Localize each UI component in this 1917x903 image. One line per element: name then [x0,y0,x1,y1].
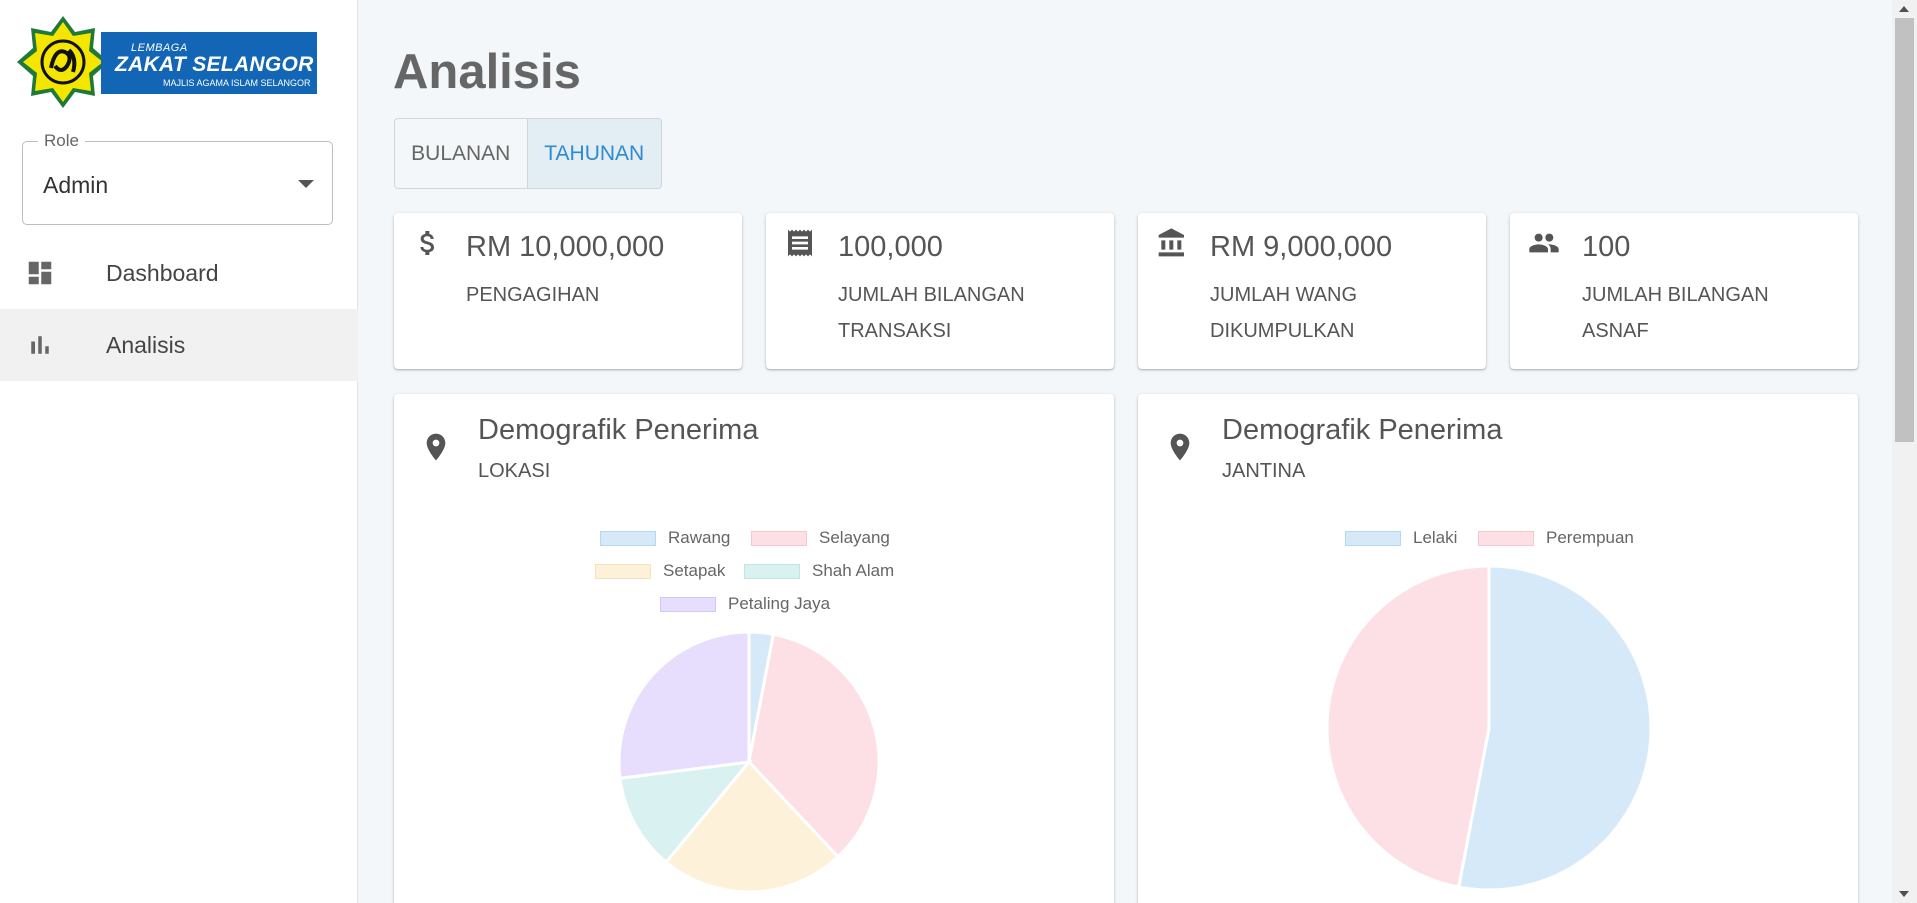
legend-label: Petaling Jaya [728,594,831,613]
legend-swatch [1478,530,1534,546]
pie-slice-perempuan[interactable] [1325,564,1491,889]
sidebar: LEMBAGA ZAKAT SELANGOR MAJLIS AGAMA ISLA… [0,0,358,903]
legend-item-selayang[interactable]: Selayang [751,528,890,548]
stat-card-transaksi: 100,000 JUMLAH BILANGAN TRANSAKSI [766,213,1114,369]
sidebar-item-label: Dashboard [106,259,219,286]
stat-value: 100 [1582,231,1631,263]
toggle-tahunan-button[interactable]: TAHUNAN [527,119,661,188]
sidebar-item-label: Analisis [106,331,186,358]
legend-swatch [595,563,651,579]
location-pin-icon [426,433,446,461]
legend-label: Selayang [819,528,890,547]
stat-label: JUMLAH BILANGAN ASNAF [1582,284,1769,342]
toggle-bulanan-button[interactable]: BULANAN [395,119,528,188]
logo-text-zakat-selangor: ZAKAT SELANGOR [115,53,314,76]
receipt-icon [788,229,812,257]
chart-title: Demografik Penerima [1222,414,1503,446]
page-scrollbar[interactable] [1892,0,1917,903]
zakat-selangor-logo[interactable]: LEMBAGA ZAKAT SELANGOR MAJLIS AGAMA ISLA… [15,14,317,112]
stat-value: RM 9,000,000 [1210,231,1393,263]
bar-chart-icon [31,336,49,354]
stat-card-asnaf: 100 JUMLAH BILANGAN ASNAF [1510,213,1858,369]
role-select-value: Admin [43,172,109,198]
chevron-down-icon[interactable] [298,180,314,188]
legend-item-lelaki[interactable]: Lelaki [1345,528,1457,548]
pie-slice-petaling-jaya[interactable] [617,630,751,780]
dashboard-icon [28,261,52,285]
legend-swatch [600,530,656,546]
chart-subtitle: LOKASI [478,460,551,482]
chart-title: Demografik Penerima [478,414,759,446]
chart-card-lokasi: Demografik Penerima LOKASI Rawang Selaya… [394,394,1114,903]
people-icon [1529,233,1559,253]
stat-value: RM 10,000,000 [466,231,665,263]
stat-value: 100,000 [838,231,943,263]
stat-card-wang-dikumpulkan: RM 9,000,000 JUMLAH WANG DIKUMPULKAN [1138,213,1486,369]
scroll-up-arrow-icon[interactable] [1899,6,1909,12]
legend-label: Shah Alam [812,561,895,580]
legend-item-petaling-jaya[interactable]: Petaling Jaya [660,594,830,614]
legend-item-shah-alam[interactable]: Shah Alam [744,561,894,581]
legend-label: Setapak [663,561,726,580]
role-select[interactable]: Role Admin [22,131,333,225]
legend-label: Rawang [668,528,731,547]
location-pin-icon [1170,433,1190,461]
logo-text-majlis: MAJLIS AGAMA ISLAM SELANGOR [163,78,311,88]
legend-label: Perempuan [1546,528,1634,547]
pie-chart-jantina [1325,564,1653,892]
legend-swatch [744,563,800,579]
stat-card-pengagihan: RM 10,000,000 PENGAGIHAN [394,213,742,369]
logo-badge-icon [17,16,109,108]
legend-label: Lelaki [1413,528,1458,547]
stat-label: JUMLAH BILANGAN TRANSAKSI [838,284,1025,342]
period-toggle: BULANAN TAHUNAN [394,118,662,189]
page-title: Analisis [393,45,581,99]
chart-card-jantina: Demografik Penerima JANTINA Lelaki Perem… [1138,394,1858,903]
legend-item-perempuan[interactable]: Perempuan [1478,528,1634,548]
legend-swatch [1345,530,1401,546]
legend-item-setapak[interactable]: Setapak [595,561,725,581]
legend-item-rawang[interactable]: Rawang [600,528,730,548]
scrollbar-thumb[interactable] [1895,18,1914,442]
bank-icon [1158,228,1184,257]
legend-swatch [660,596,716,612]
stat-label: PENGAGIHAN [466,284,600,306]
dollar-icon [420,231,434,255]
legend-swatch [751,530,807,546]
stat-label: JUMLAH WANG DIKUMPULKAN [1210,284,1358,342]
chart-subtitle: JANTINA [1222,460,1306,482]
sidebar-item-analisis[interactable]: Analisis [0,309,358,381]
pie-chart-lokasi [617,630,881,894]
role-select-label: Role [38,131,85,151]
scroll-down-arrow-icon[interactable] [1899,891,1909,897]
sidebar-item-dashboard[interactable]: Dashboard [0,237,358,309]
